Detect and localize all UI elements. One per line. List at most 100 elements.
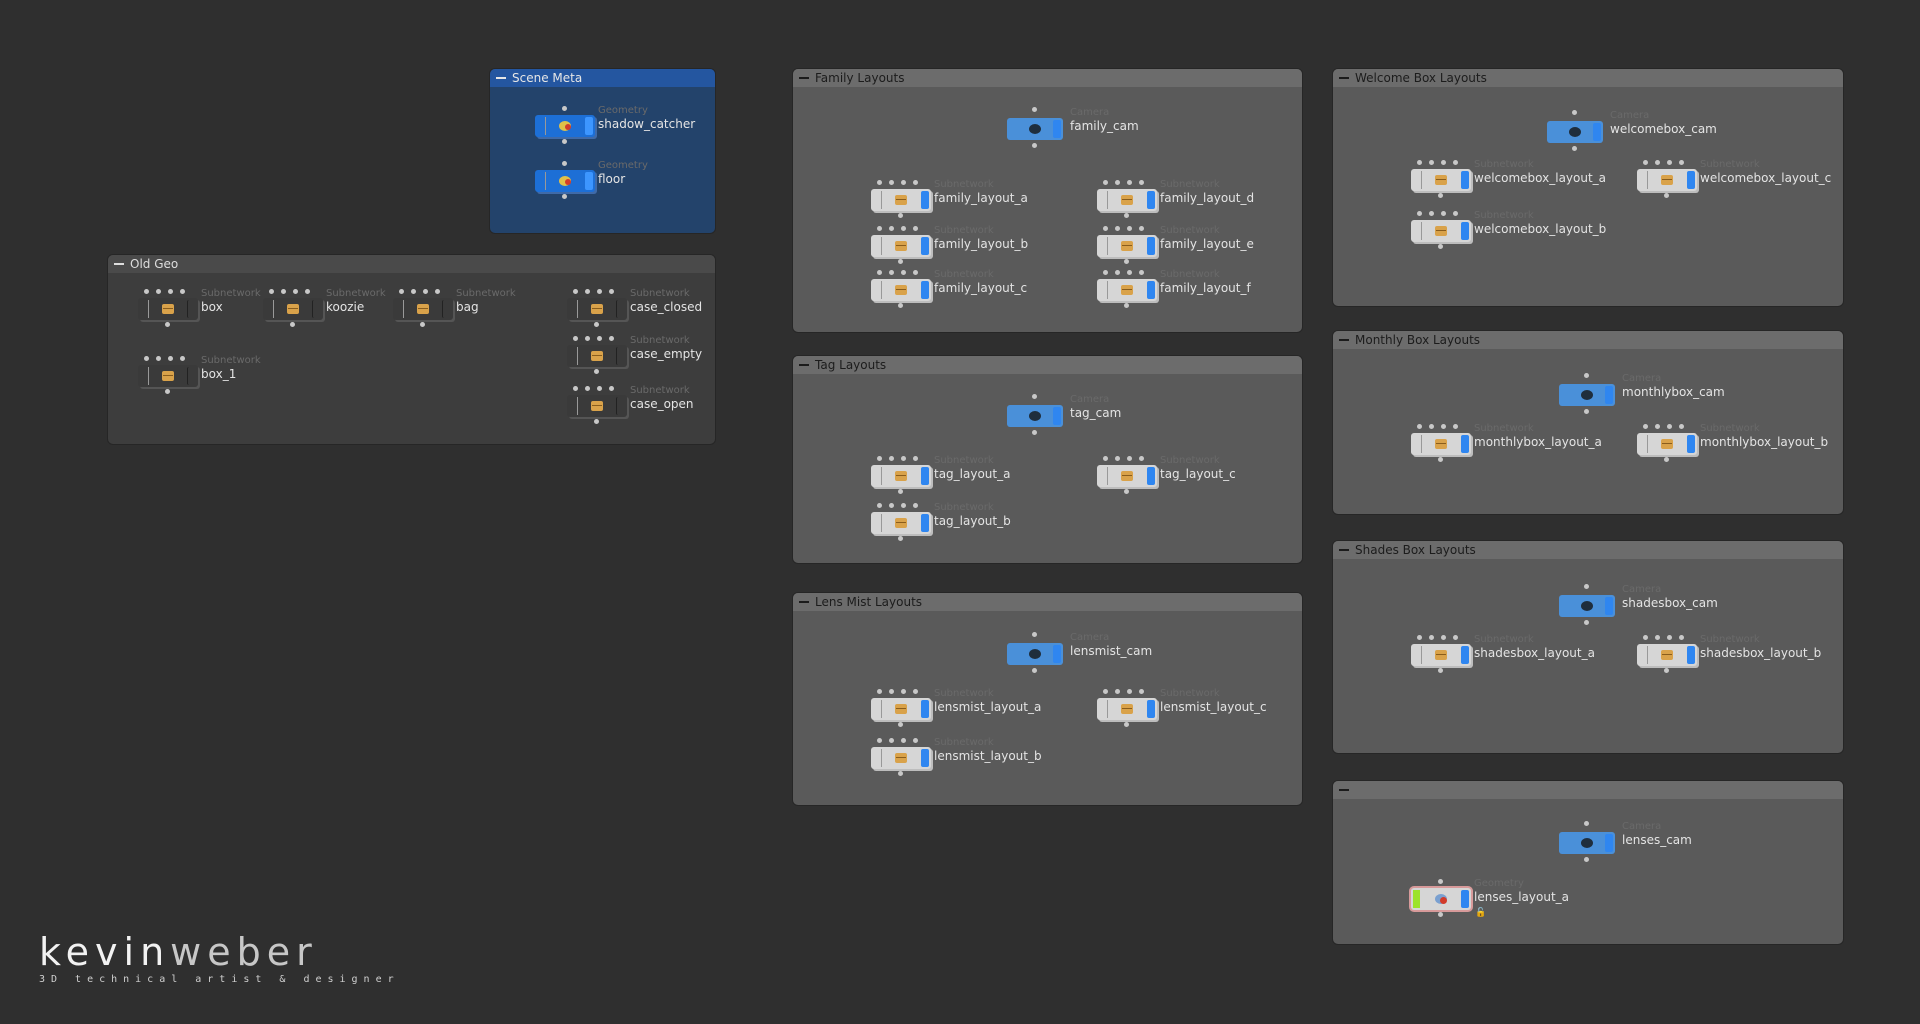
output-connector[interactable] <box>1664 668 1669 673</box>
input-connector[interactable] <box>585 336 590 341</box>
input-connector[interactable] <box>1127 456 1132 461</box>
output-connector[interactable] <box>1032 430 1037 435</box>
input-connector[interactable] <box>901 226 906 231</box>
node-name[interactable]: monthlybox_layout_b <box>1700 435 1828 449</box>
input-connector[interactable] <box>1429 635 1434 640</box>
node-input-connectors[interactable] <box>1417 635 1458 640</box>
node-input-connectors[interactable] <box>1032 394 1037 399</box>
input-connector[interactable] <box>889 456 894 461</box>
input-connector[interactable] <box>609 336 614 341</box>
node-body[interactable] <box>871 279 931 301</box>
node-name[interactable]: family_layout_e <box>1160 237 1254 251</box>
node-input-connectors[interactable] <box>877 180 918 185</box>
node[interactable]: Camera tag_cam <box>1007 394 1121 435</box>
node-body[interactable] <box>871 747 931 769</box>
node-input-connectors[interactable] <box>1032 632 1037 637</box>
output-connector[interactable] <box>898 771 903 776</box>
node-name[interactable]: case_empty <box>630 347 702 361</box>
input-connector[interactable] <box>269 289 274 294</box>
node-display-flag[interactable] <box>921 700 929 718</box>
node-display-flag[interactable] <box>312 300 321 318</box>
node-body[interactable] <box>535 115 595 137</box>
node-body[interactable] <box>1007 118 1063 140</box>
node-bypass-flag[interactable] <box>1413 890 1420 908</box>
output-connector[interactable] <box>1032 668 1037 673</box>
node-bypass-flag[interactable] <box>395 300 404 318</box>
node-body[interactable] <box>567 298 627 320</box>
input-connector[interactable] <box>1115 270 1120 275</box>
node-input-connectors[interactable] <box>562 106 567 111</box>
input-connector[interactable] <box>889 738 894 743</box>
output-connector[interactable] <box>1664 457 1669 462</box>
input-connector[interactable] <box>1643 160 1648 165</box>
node-input-connectors[interactable] <box>877 456 918 461</box>
output-connector[interactable] <box>1572 146 1577 151</box>
network-box-header[interactable]: Welcome Box Layouts <box>1333 69 1843 87</box>
node-body[interactable] <box>1411 433 1471 455</box>
node[interactable]: Camera lenses_cam <box>1559 821 1692 862</box>
output-connector[interactable] <box>562 139 567 144</box>
input-connector[interactable] <box>1643 424 1648 429</box>
node-bypass-flag[interactable] <box>873 514 882 532</box>
node-body[interactable] <box>1411 169 1471 191</box>
input-connector[interactable] <box>1441 635 1446 640</box>
node-body[interactable] <box>1637 433 1697 455</box>
node-bypass-flag[interactable] <box>569 347 578 365</box>
node-name[interactable]: lenses_layout_a <box>1474 890 1569 904</box>
output-connector[interactable] <box>898 722 903 727</box>
input-connector[interactable] <box>901 456 906 461</box>
input-connector[interactable] <box>156 289 161 294</box>
node-display-flag[interactable] <box>921 514 929 532</box>
node[interactable]: Subnetwork monthlybox_layout_a <box>1411 423 1602 462</box>
network-box[interactable]: Scene Meta Geometry shadow_catcher Geometry… <box>490 69 715 233</box>
node-name[interactable]: shadesbox_cam <box>1622 596 1718 610</box>
node-body[interactable] <box>1559 384 1615 406</box>
minimize-icon[interactable] <box>1339 789 1349 791</box>
node-bypass-flag[interactable] <box>140 367 149 385</box>
node-body[interactable] <box>1559 832 1615 854</box>
node-body[interactable] <box>535 170 595 192</box>
node-bypass-flag[interactable] <box>1099 281 1108 299</box>
input-connector[interactable] <box>877 738 882 743</box>
input-connector[interactable] <box>913 503 918 508</box>
network-box[interactable]: Lens Mist Layouts Camera lensmist_cam Subne… <box>793 593 1302 805</box>
node-input-connectors[interactable] <box>1417 211 1458 216</box>
node[interactable]: Camera lensmist_cam <box>1007 632 1152 673</box>
node-display-flag[interactable] <box>1461 435 1469 453</box>
node-display-flag[interactable] <box>1461 646 1469 664</box>
node-input-connectors[interactable] <box>877 503 918 508</box>
node[interactable]: Subnetwork welcomebox_layout_b <box>1411 210 1606 249</box>
node-name[interactable]: shadesbox_layout_b <box>1700 646 1821 660</box>
node-name[interactable]: welcomebox_cam <box>1610 122 1717 136</box>
node[interactable]: Subnetwork tag_layout_a <box>871 455 1010 494</box>
node-input-connectors[interactable] <box>1103 456 1144 461</box>
input-connector[interactable] <box>1441 160 1446 165</box>
minimize-icon[interactable] <box>1339 77 1349 79</box>
node-input-connectors[interactable] <box>573 386 614 391</box>
node-input-connectors[interactable] <box>1584 584 1589 589</box>
input-connector[interactable] <box>1103 270 1108 275</box>
lock-icon[interactable]: 🔓 <box>1475 908 1486 918</box>
input-connector[interactable] <box>889 689 894 694</box>
node-input-connectors[interactable] <box>877 738 918 743</box>
node-input-connectors[interactable] <box>1643 424 1684 429</box>
network-box-header[interactable]: Old Geo <box>108 255 715 273</box>
node-bypass-flag[interactable] <box>569 397 578 415</box>
node[interactable]: Subnetwork lensmist_layout_c <box>1097 688 1267 727</box>
network-box[interactable]: Family Layouts Camera family_cam Subnetwork… <box>793 69 1302 332</box>
node-name[interactable]: tag_cam <box>1070 406 1121 420</box>
minimize-icon[interactable] <box>114 263 124 265</box>
node-input-connectors[interactable] <box>573 336 614 341</box>
network-box[interactable]: Welcome Box Layouts Camera welcomebox_cam S… <box>1333 69 1843 306</box>
input-connector[interactable] <box>1438 879 1443 884</box>
input-connector[interactable] <box>913 456 918 461</box>
node[interactable]: Subnetwork family_layout_e <box>1097 225 1254 264</box>
node-input-connectors[interactable] <box>144 356 185 361</box>
input-connector[interactable] <box>877 270 882 275</box>
output-connector[interactable] <box>1032 143 1037 148</box>
input-connector[interactable] <box>1139 689 1144 694</box>
node-name[interactable]: family_layout_d <box>1160 191 1254 205</box>
network-box-header[interactable]: Family Layouts <box>793 69 1302 87</box>
node-bypass-flag[interactable] <box>873 749 882 767</box>
input-connector[interactable] <box>1127 180 1132 185</box>
